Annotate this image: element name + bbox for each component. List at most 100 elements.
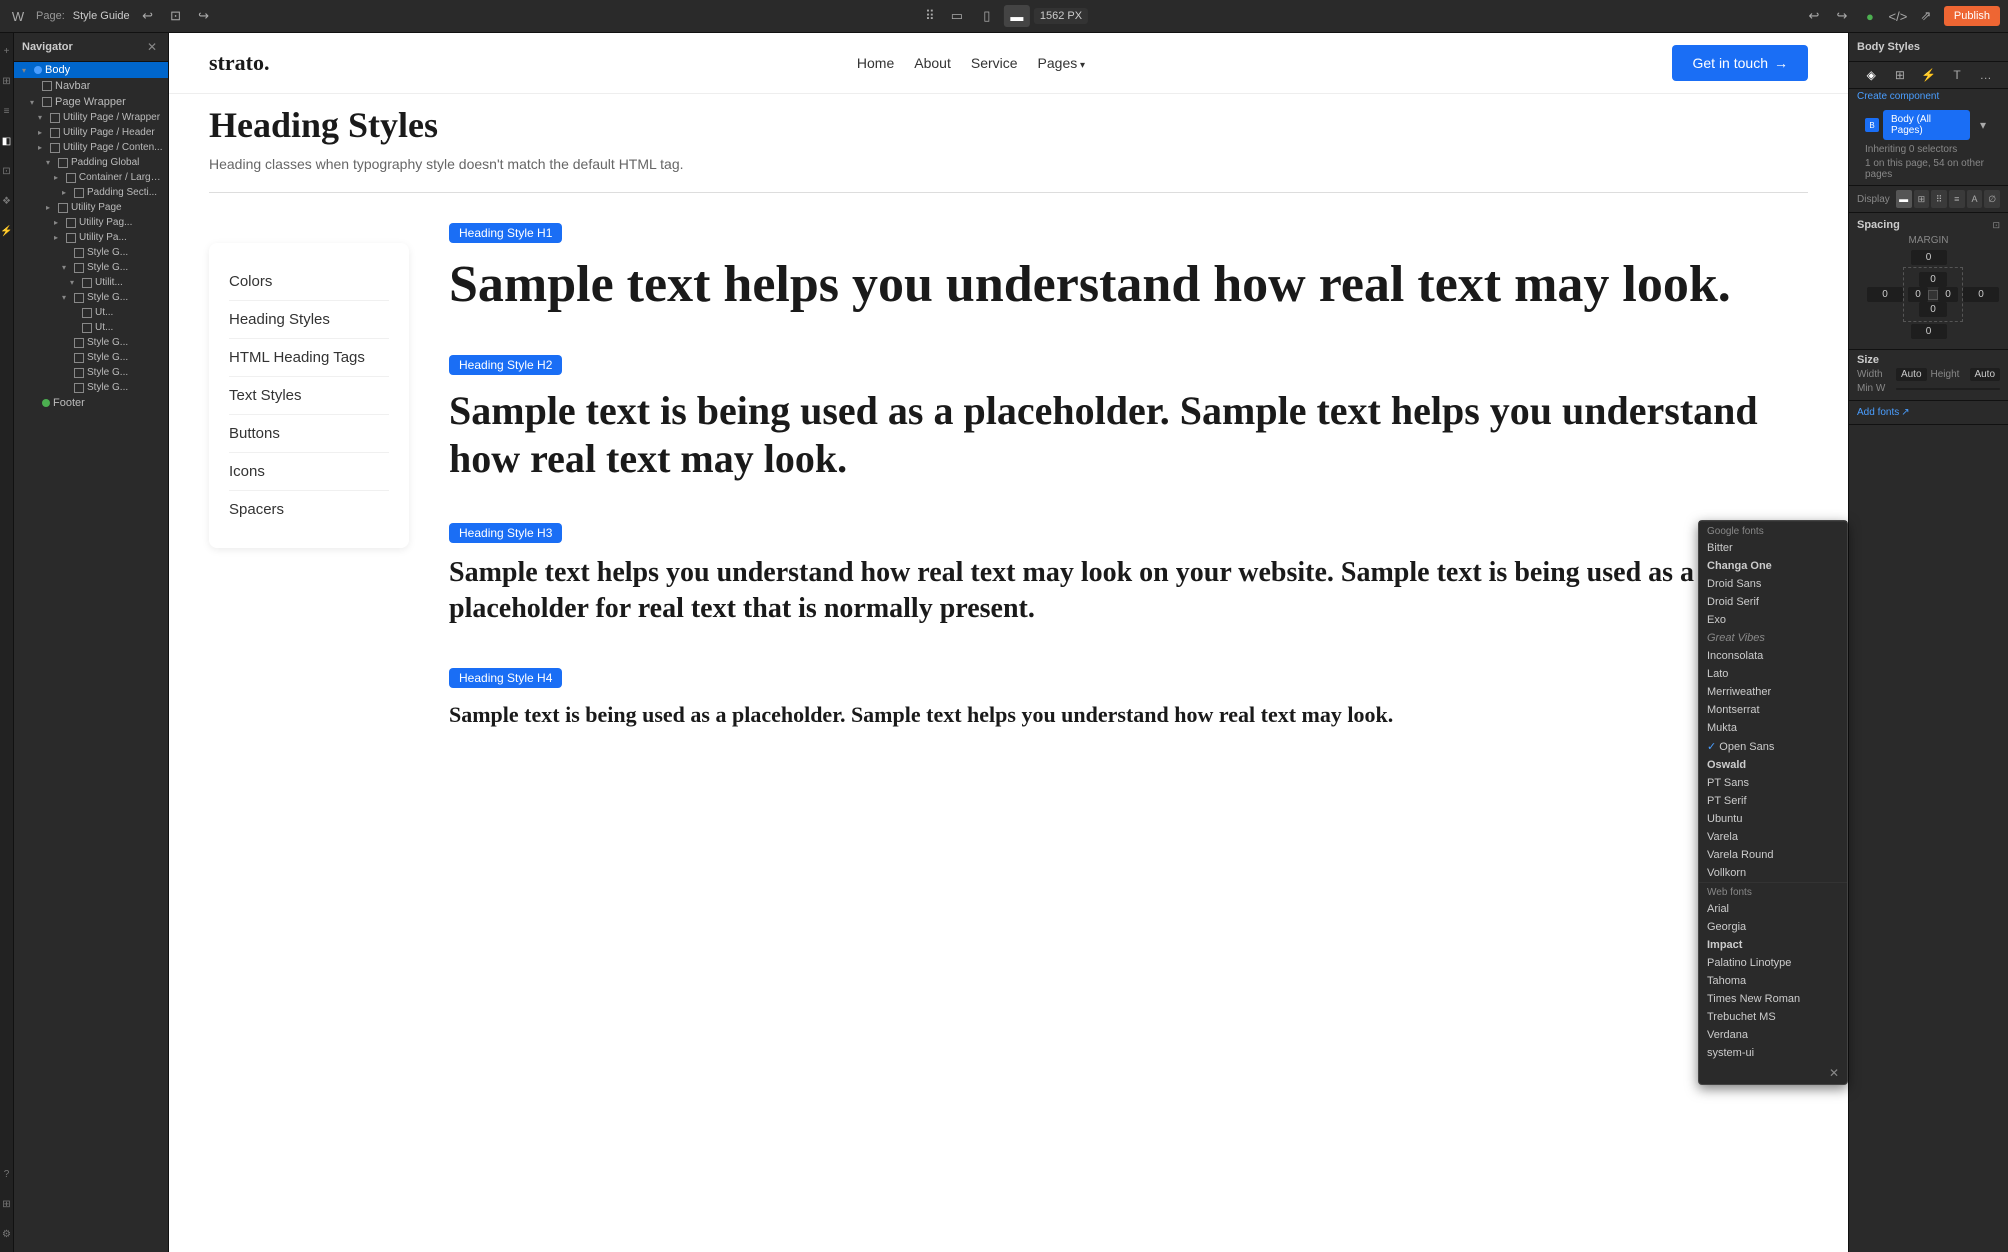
spacing-header[interactable]: Spacing ⊡ bbox=[1857, 219, 2000, 231]
pages-icon[interactable]: ⊞ bbox=[0, 67, 14, 95]
nav-item-style-g3[interactable]: ▾ Style G... bbox=[14, 290, 168, 305]
webflow-icon[interactable]: W bbox=[8, 6, 28, 26]
text-icon[interactable]: T bbox=[1948, 66, 1966, 84]
nav-item-ut1[interactable]: Ut... bbox=[14, 305, 168, 320]
nav-item-page-wrapper[interactable]: ▾ Page Wrapper bbox=[14, 94, 168, 110]
nav-item-style-g7[interactable]: Style G... bbox=[14, 380, 168, 395]
height-value[interactable]: Auto bbox=[1970, 368, 2001, 381]
layout-icon[interactable]: ⊞ bbox=[1891, 66, 1909, 84]
nav-item-utility-pag2[interactable]: ▸ Utility Pag... bbox=[14, 215, 168, 230]
margin-right-input[interactable] bbox=[1963, 287, 1999, 302]
redo-icon[interactable]: ↪ bbox=[194, 6, 214, 26]
nav-item-style-g1[interactable]: Style G... bbox=[14, 245, 168, 260]
sg-nav-buttons[interactable]: Buttons bbox=[229, 415, 389, 453]
size-header[interactable]: Size bbox=[1857, 354, 2000, 366]
settings-icon[interactable]: ⚙ bbox=[0, 1220, 14, 1248]
help-icon[interactable]: ? bbox=[0, 1160, 14, 1188]
display-block-icon[interactable]: ▬ bbox=[1896, 190, 1912, 208]
undo-icon[interactable]: ↩ bbox=[138, 6, 158, 26]
style-icon[interactable]: ◈ bbox=[1862, 66, 1880, 84]
nav-item-ut2[interactable]: Ut... bbox=[14, 320, 168, 335]
history-icon[interactable]: ⊡ bbox=[166, 6, 186, 26]
sg-nav-icons[interactable]: Icons bbox=[229, 453, 389, 491]
margin-top-input[interactable] bbox=[1911, 250, 1947, 265]
sg-nav-spacers[interactable]: Spacers bbox=[229, 491, 389, 528]
navigator-icon[interactable]: ◧ bbox=[0, 127, 14, 155]
canvas-area: strato. Home About Service Pages Get in … bbox=[169, 33, 1848, 1252]
minw-label: Min W bbox=[1857, 383, 1892, 394]
nav-service[interactable]: Service bbox=[971, 55, 1018, 71]
nav-item-body[interactable]: ▾ Body bbox=[14, 62, 168, 78]
style-guide-content: Heading Styles Heading classes when typo… bbox=[169, 94, 1848, 809]
right-panel-icons-row: ◈ ⊞ ⚡ T … bbox=[1849, 62, 2008, 89]
logic-icon[interactable]: ⚡ bbox=[0, 217, 14, 245]
code-icon[interactable]: </> bbox=[1888, 6, 1908, 26]
create-component-link[interactable]: Create component bbox=[1849, 89, 2008, 104]
nav-item-style-g4[interactable]: Style G... bbox=[14, 335, 168, 350]
sg-nav-heading-styles[interactable]: Heading Styles bbox=[229, 301, 389, 339]
navigator-header: Navigator ✕ bbox=[14, 33, 168, 62]
display-none-icon[interactable]: ∅ bbox=[1984, 190, 2000, 208]
nav-item-utility-page[interactable]: ▸ Utility Page bbox=[14, 200, 168, 215]
canvas-content: strato. Home About Service Pages Get in … bbox=[169, 33, 1848, 1252]
get-in-touch-button[interactable]: Get in touch bbox=[1672, 45, 1808, 81]
add-icon[interactable]: + bbox=[0, 37, 14, 65]
cms-icon[interactable]: ≡ bbox=[0, 97, 14, 125]
sg-nav-html-heading[interactable]: HTML Heading Tags bbox=[229, 339, 389, 377]
nav-item-navbar[interactable]: Navbar bbox=[14, 78, 168, 94]
nav-pages[interactable]: Pages bbox=[1038, 55, 1086, 71]
sg-nav-colors[interactable]: Colors bbox=[229, 263, 389, 301]
nav-item-utility-pa[interactable]: ▸ Utility Pa... bbox=[14, 230, 168, 245]
nav-item-padding-global[interactable]: ▾ Padding Global bbox=[14, 155, 168, 170]
padding-left-input[interactable] bbox=[1908, 287, 1928, 302]
display-grid-icon[interactable]: ⠿ bbox=[1931, 190, 1947, 208]
site-nav-links: Home About Service Pages bbox=[857, 55, 1085, 71]
sg-nav-text-styles[interactable]: Text Styles bbox=[229, 377, 389, 415]
nav-home[interactable]: Home bbox=[857, 55, 894, 71]
nav-item-style-g6[interactable]: Style G... bbox=[14, 365, 168, 380]
nav-item-footer[interactable]: Footer bbox=[14, 395, 168, 411]
mobile-btn[interactable]: ▬ bbox=[1004, 5, 1030, 27]
grid-icon[interactable]: ⠿ bbox=[920, 6, 940, 26]
selector-dropdown[interactable]: ▾ bbox=[1974, 116, 1992, 134]
more-icon[interactable]: … bbox=[1977, 66, 1995, 84]
add-fonts-link[interactable]: Add fonts ↗ bbox=[1857, 405, 2000, 420]
motion-icon[interactable]: ⚡ bbox=[1919, 66, 1937, 84]
margin-bottom-input[interactable] bbox=[1911, 324, 1947, 339]
undo-btn[interactable]: ↩ bbox=[1804, 6, 1824, 26]
minw-value[interactable] bbox=[1896, 388, 2000, 390]
nav-item-style-g2[interactable]: ▾ Style G... bbox=[14, 260, 168, 275]
right-panel-header: Body Styles bbox=[1849, 33, 2008, 62]
top-bar-center: ⠿ ▭ ▯ ▬ 1562 PX bbox=[920, 5, 1088, 27]
sg-layout: Colors Heading Styles HTML Heading Tags … bbox=[209, 223, 1808, 769]
display-section: Display ▬ ⊞ ⠿ ≡ A ∅ bbox=[1849, 186, 2008, 213]
assets-icon[interactable]: ⊡ bbox=[0, 157, 14, 185]
padding-right-input[interactable] bbox=[1938, 287, 1958, 302]
display-inline-icon[interactable]: ≡ bbox=[1949, 190, 1965, 208]
display-flex-icon[interactable]: ⊞ bbox=[1914, 190, 1930, 208]
components-icon[interactable]: ❖ bbox=[0, 187, 14, 215]
nav-item-style-g5[interactable]: Style G... bbox=[14, 350, 168, 365]
style-selector[interactable]: Body (All Pages) bbox=[1883, 110, 1970, 140]
display-A-icon[interactable]: A bbox=[1967, 190, 1983, 208]
nav-item-container-large[interactable]: ▸ Container / Large... bbox=[14, 170, 168, 185]
padding-bottom-input[interactable] bbox=[1919, 302, 1947, 317]
publish-button[interactable]: Publish bbox=[1944, 6, 2000, 26]
nav-item-utilit[interactable]: ▾ Utilit... bbox=[14, 275, 168, 290]
width-value[interactable]: Auto bbox=[1896, 368, 1927, 381]
close-nav-icon[interactable]: ✕ bbox=[144, 39, 160, 55]
desktop-btn[interactable]: ▭ bbox=[944, 5, 970, 27]
padding-top-input[interactable] bbox=[1919, 272, 1947, 287]
nav-item-utility-header[interactable]: ▸ Utility Page / Header bbox=[14, 125, 168, 140]
h3-badge: Heading Style H3 bbox=[449, 523, 562, 543]
nav-item-utility-content[interactable]: ▸ Utility Page / Conten... bbox=[14, 140, 168, 155]
margin-left-input[interactable] bbox=[1867, 287, 1903, 302]
share-icon[interactable]: ⇗ bbox=[1916, 6, 1936, 26]
nav-about[interactable]: About bbox=[914, 55, 951, 71]
nav-item-padding-section[interactable]: ▸ Padding Secti... bbox=[14, 185, 168, 200]
spacing-section: Spacing ⊡ MARGIN bbox=[1849, 213, 2008, 350]
apps-icon[interactable]: ⊞ bbox=[0, 1190, 14, 1218]
redo-btn[interactable]: ↪ bbox=[1832, 6, 1852, 26]
tablet-btn[interactable]: ▯ bbox=[974, 5, 1000, 27]
nav-item-utility-wrapper[interactable]: ▾ Utility Page / Wrapper bbox=[14, 110, 168, 125]
